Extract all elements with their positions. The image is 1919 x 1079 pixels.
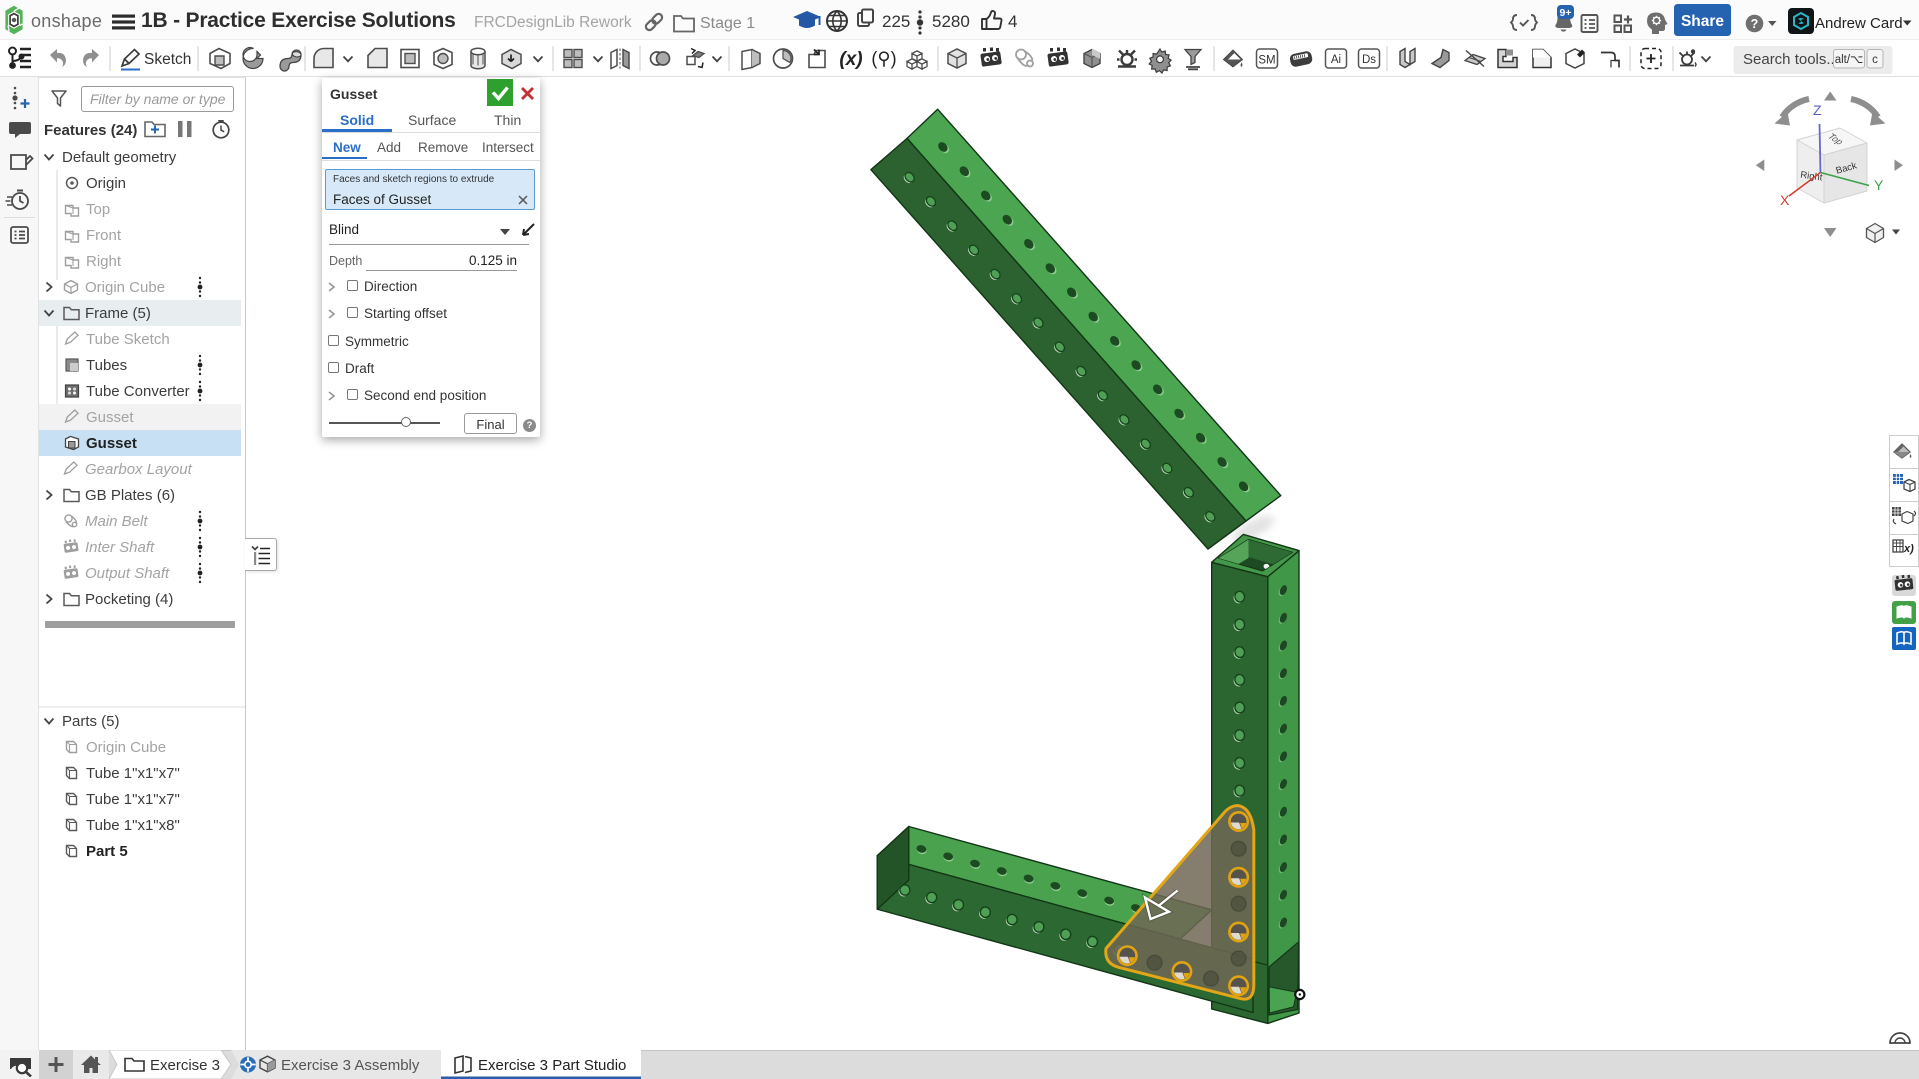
svg-text:(⚲): (⚲) bbox=[871, 49, 896, 69]
svg-text:Main Belt: Main Belt bbox=[85, 513, 148, 530]
svg-text:Y: Y bbox=[1874, 177, 1884, 193]
svg-text:Tubes: Tubes bbox=[86, 357, 127, 374]
svg-text:Frame (5): Frame (5) bbox=[85, 305, 151, 322]
svg-text:c: c bbox=[1872, 54, 1878, 66]
svg-text:Origin: Origin bbox=[86, 175, 126, 192]
svg-text:x): x) bbox=[1903, 543, 1914, 555]
svg-text:Tube 1"x1"x7": Tube 1"x1"x7" bbox=[86, 765, 180, 782]
svg-text:Tube 1"x1"x8": Tube 1"x1"x8" bbox=[86, 817, 180, 834]
svg-text:Origin Cube: Origin Cube bbox=[86, 739, 166, 756]
svg-text:Output Shaft: Output Shaft bbox=[85, 565, 170, 582]
svg-text:X: X bbox=[1780, 192, 1790, 208]
svg-text:Exercise 3 Part Studio: Exercise 3 Part Studio bbox=[478, 1057, 626, 1074]
svg-text:Tube Sketch: Tube Sketch bbox=[86, 331, 170, 348]
svg-text:Right: Right bbox=[86, 253, 122, 270]
svg-text:Default geometry: Default geometry bbox=[62, 149, 177, 166]
svg-text:Tube Converter: Tube Converter bbox=[86, 383, 190, 400]
svg-text:Top: Top bbox=[86, 201, 110, 218]
svg-text:Gusset: Gusset bbox=[86, 409, 134, 426]
svg-text:(x): (x) bbox=[839, 49, 862, 70]
svg-text:Front: Front bbox=[86, 227, 122, 244]
svg-text:Part 5: Part 5 bbox=[86, 843, 128, 860]
svg-text:Origin Cube: Origin Cube bbox=[85, 279, 165, 296]
svg-text:Inter Shaft: Inter Shaft bbox=[85, 539, 155, 556]
svg-text:SM: SM bbox=[1258, 55, 1275, 67]
svg-text:Gusset: Gusset bbox=[86, 435, 137, 452]
svg-text:Tube 1"x1"x7": Tube 1"x1"x7" bbox=[86, 791, 180, 808]
svg-text:Parts (5): Parts (5) bbox=[62, 713, 120, 730]
svg-text:Search tools...: Search tools... bbox=[1743, 51, 1839, 68]
svg-text:Ai: Ai bbox=[1331, 54, 1341, 66]
svg-text:Ds: Ds bbox=[1362, 54, 1376, 66]
svg-text:Exercise 3 Assembly: Exercise 3 Assembly bbox=[281, 1057, 420, 1074]
svg-text:Gearbox Layout: Gearbox Layout bbox=[85, 461, 193, 478]
svg-text:alt/⌥: alt/⌥ bbox=[1835, 54, 1864, 66]
svg-text:Sketch: Sketch bbox=[144, 51, 191, 68]
svg-text:Pocketing (4): Pocketing (4) bbox=[85, 591, 173, 608]
svg-text:Exercise 3: Exercise 3 bbox=[150, 1057, 220, 1074]
svg-text:Z: Z bbox=[1813, 102, 1822, 118]
svg-text:GB Plates (6): GB Plates (6) bbox=[85, 487, 175, 504]
